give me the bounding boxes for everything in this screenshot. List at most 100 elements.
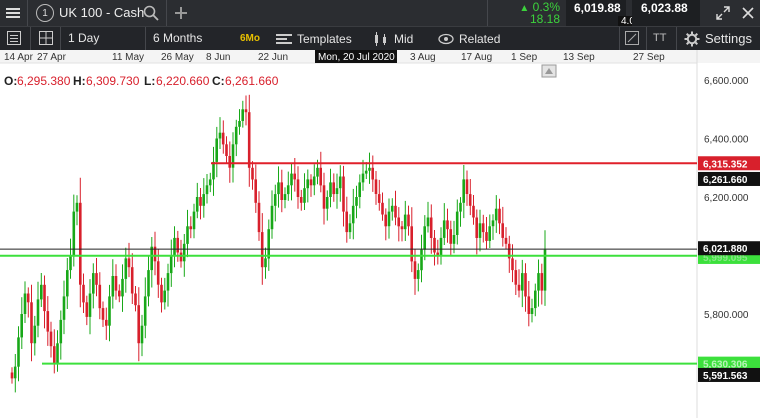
candle-body	[208, 179, 212, 186]
candle-body	[329, 182, 332, 197]
candle-body	[166, 273, 170, 291]
candle-body	[478, 223, 482, 238]
candle-body	[342, 176, 345, 212]
candle-body	[95, 273, 98, 285]
price-type-selector[interactable]: Mid	[373, 27, 413, 50]
candle-body	[442, 220, 446, 238]
menu-icon[interactable]	[4, 4, 22, 22]
candle-body	[215, 138, 218, 162]
x-tick-label: 27 Apr	[37, 52, 67, 63]
close-label: C:	[212, 74, 225, 88]
instrument-number: 1	[42, 7, 48, 19]
x-tick-label: 27 Sep	[633, 52, 665, 63]
candle-body	[221, 132, 225, 145]
candle-body	[225, 144, 228, 156]
x-tick-label: 13 Sep	[563, 52, 595, 63]
text-tool-button[interactable]: TT	[653, 27, 666, 50]
candle-body	[79, 202, 82, 285]
candle-body	[254, 179, 257, 203]
candle-body	[199, 197, 202, 206]
candle-body	[514, 270, 518, 285]
templates-button[interactable]: Templates	[276, 27, 352, 50]
x-tick-label: 14 Apr	[4, 52, 34, 63]
lower-price-label: 5,591.563	[703, 371, 748, 382]
candle-body	[449, 229, 452, 244]
candle-body	[361, 173, 365, 183]
candle-body	[475, 217, 478, 238]
range-badge[interactable]: 6Mo	[240, 33, 260, 45]
candle-body	[303, 188, 306, 203]
gear-icon	[684, 31, 700, 46]
candle-body	[121, 278, 124, 297]
current-price-label: 6,021.880	[703, 244, 748, 255]
candle-body	[485, 232, 488, 241]
candle-body	[75, 202, 79, 212]
candle-body	[358, 182, 361, 197]
add-tab-icon[interactable]	[172, 4, 190, 22]
candle-body	[108, 296, 111, 326]
candle-body	[498, 208, 501, 224]
candle-body	[286, 185, 290, 195]
candle-body	[10, 372, 14, 379]
candle-body	[491, 220, 495, 227]
related-button[interactable]: Related	[438, 27, 500, 50]
candle-body	[387, 211, 391, 227]
candle-body	[156, 261, 160, 285]
candle-body	[283, 194, 287, 200]
range-selector[interactable]: 6 Months	[153, 27, 202, 50]
instrument-name[interactable]: UK 100 - Cash	[59, 5, 144, 20]
candle-body	[101, 308, 105, 320]
candle-body	[160, 284, 163, 303]
candle-body	[511, 258, 514, 271]
instrument-toolbar: 1 UK 100 - Cash ▲ 0.3% 18.18 6,019.88 4.…	[0, 0, 760, 27]
open-label: O:	[4, 74, 17, 88]
candle-body	[462, 179, 465, 203]
candle-body	[413, 261, 417, 279]
price-chart[interactable]: 14 Apr 27 Apr 11 May 26 May 8 Jun 22 Jun 3 Aug…	[0, 50, 760, 418]
sell-price-button[interactable]: 6,019.88	[566, 0, 626, 26]
layout-grid-icon[interactable]	[38, 30, 54, 46]
candle-body	[202, 194, 205, 206]
candle-body	[114, 276, 118, 291]
candle-body	[192, 211, 196, 230]
pop-out-icon[interactable]	[715, 5, 731, 21]
candle-body	[530, 308, 534, 314]
candle-body	[23, 293, 27, 314]
candle-body	[299, 197, 303, 203]
close-icon[interactable]	[740, 5, 756, 21]
y-tick-label: 5,800.000	[704, 310, 749, 321]
x-tick-label: 8 Jun	[206, 52, 230, 63]
timeframe-selector[interactable]: 1 Day	[68, 27, 99, 50]
candle-body	[494, 208, 498, 221]
templates-icon	[276, 33, 292, 44]
candle-body	[472, 205, 475, 218]
candle-body	[267, 229, 270, 259]
scroll-handle-icon[interactable]	[541, 64, 557, 78]
ticket-list-icon[interactable]	[6, 30, 22, 46]
candle-body	[348, 223, 352, 233]
candle-body	[459, 202, 462, 212]
candle-body	[527, 296, 531, 314]
candle-body	[439, 237, 443, 256]
drawing-tools-icon[interactable]	[624, 30, 640, 46]
candle-body	[290, 173, 293, 186]
candle-body	[420, 249, 423, 271]
candle-body	[316, 167, 319, 177]
candle-body	[264, 258, 267, 268]
y-tick-label: 6,400.000	[704, 135, 749, 146]
candle-body	[85, 302, 89, 317]
candle-body	[504, 237, 508, 244]
buy-price-button[interactable]: 6,023.88	[632, 0, 700, 26]
candle-body	[205, 185, 209, 195]
settings-button[interactable]: Settings	[684, 27, 752, 50]
candle-body	[150, 246, 153, 271]
candle-body	[446, 220, 449, 230]
candle-body	[325, 197, 329, 209]
search-icon[interactable]	[142, 4, 160, 22]
x-tick-label: 26 May	[161, 52, 194, 63]
candle-body	[179, 252, 183, 262]
candle-body	[43, 284, 46, 312]
templates-label: Templates	[297, 31, 352, 46]
instrument-number-badge[interactable]: 1	[36, 4, 54, 22]
candle-body	[488, 226, 491, 241]
